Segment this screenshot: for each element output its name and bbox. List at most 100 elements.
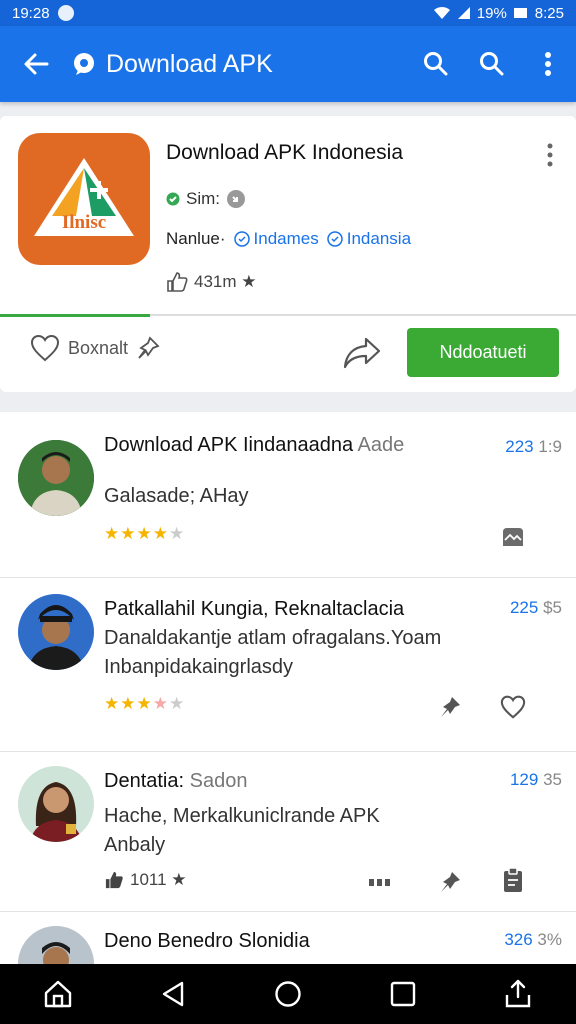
pin-button[interactable] <box>436 868 464 896</box>
clipboard-icon <box>504 867 522 892</box>
search-button[interactable] <box>408 26 464 102</box>
avatar[interactable] <box>18 594 94 670</box>
clipboard-button[interactable] <box>499 866 527 894</box>
app-icon-text: Ilnisc <box>61 212 107 233</box>
review-time: 223 1:9 <box>505 437 562 457</box>
review-list: Download APK Iindanaadna Aade 223 1:9 Ga… <box>0 412 576 964</box>
tag-indames[interactable]: Indames <box>233 229 319 249</box>
review-time: 129 35 <box>510 770 562 790</box>
review-line: Danaldakantje atlam ofragalans.Yoam <box>104 627 442 649</box>
review-item[interactable]: Deno Benedro Slonidia 326 3% <box>0 912 576 964</box>
battery-percent: 19% <box>476 4 507 22</box>
review-time: 225 $5 <box>510 598 562 618</box>
share-arrow-icon <box>343 337 381 369</box>
tag-label: Indames <box>253 229 319 248</box>
arrow-back-icon <box>24 53 49 75</box>
battery-icon <box>513 8 527 18</box>
review-time: 326 3% <box>504 930 562 950</box>
review-time-unit: 1:9 <box>538 437 562 456</box>
review-time-number: 223 <box>505 437 534 456</box>
star-icon: ★ <box>104 694 121 713</box>
reviewer-name-main: Dentatia: <box>104 770 185 792</box>
check-circle-icon <box>327 231 343 247</box>
review-time-number: 129 <box>509 770 539 789</box>
review-line: Hache, Merkalkuniclrande APK <box>104 805 380 827</box>
review-item[interactable]: Patkallahil Kungia, Reknaltaclacia 225 $… <box>0 578 576 752</box>
reviewer-photo <box>18 926 94 964</box>
info-icon[interactable] <box>226 189 246 209</box>
review-line: Inbanpidakaingrlasdy <box>104 656 294 678</box>
download-button[interactable]: Nddoatueti <box>407 328 559 377</box>
notification-icon <box>57 5 74 21</box>
nav-share-button[interactable] <box>490 966 546 1022</box>
favorite-button[interactable]: Boxnalt <box>30 334 160 362</box>
page-title: Download APK <box>106 49 273 78</box>
reviewer-name-rest: Iindanaadna <box>242 434 354 456</box>
star-icon: ★ <box>152 694 169 713</box>
review-time-number: 326 <box>504 930 533 949</box>
app-category-row: Nanlue· Indames Indansia <box>166 229 411 249</box>
star-icon: ★ <box>104 524 121 543</box>
app-logo-icon <box>74 53 94 75</box>
search-icon <box>480 52 504 76</box>
reply-button[interactable] <box>366 868 394 896</box>
star-rating: ★★★★★ <box>104 524 185 544</box>
app-more-button[interactable] <box>536 140 564 170</box>
system-nav-bar <box>0 964 576 1024</box>
star-rating: ★★★★★ <box>104 694 185 714</box>
reviewer-photo <box>18 766 94 842</box>
heart-outline-icon <box>500 695 526 719</box>
review-time-unit: 3% <box>537 930 562 949</box>
avatar[interactable] <box>18 926 94 964</box>
star-icon: ★ <box>120 694 137 713</box>
app-rating-row: 431m ★ <box>166 272 257 292</box>
review-text: Galasade; AHay <box>104 482 249 511</box>
review-text: Hache, Merkalkuniclrande APK Anbaly <box>104 802 380 860</box>
tag-label: Indansia <box>346 229 412 248</box>
search-button-2[interactable] <box>464 26 520 102</box>
reviewer-name-muted: Aade <box>357 434 405 456</box>
share-button[interactable] <box>342 336 382 375</box>
nav-center-button[interactable] <box>260 966 316 1022</box>
star-icon: ★ <box>169 524 186 543</box>
check-circle-icon <box>233 231 250 247</box>
app-detail-card: Ilnisc Download APK Indonesia Sim: Nanlu… <box>0 116 576 392</box>
app-action-row: Boxnalt Nddoatueti <box>0 316 576 392</box>
review-time-unit: 35 <box>543 770 562 789</box>
reviewer-name: Patkallahil Kungia, Reknaltaclacia <box>104 598 405 620</box>
app-name: Download APK Indonesia <box>166 141 403 164</box>
avatar[interactable] <box>18 440 94 516</box>
dots-icon <box>369 879 390 886</box>
pin-button[interactable] <box>436 693 464 721</box>
more-vert-icon <box>545 52 551 76</box>
nav-home-button[interactable] <box>30 966 86 1022</box>
review-item[interactable]: Download APK Iindanaadna Aade 223 1:9 Ga… <box>0 412 576 578</box>
app-icon[interactable]: Ilnisc <box>18 133 150 265</box>
app-category-label: Nanlue· <box>166 229 226 248</box>
like-button[interactable] <box>499 693 527 721</box>
back-button[interactable] <box>0 26 72 102</box>
reviewer-name: Deno Benedro Slonidia <box>104 930 310 952</box>
home-circle-icon <box>275 981 301 1007</box>
app-bar: Download APK <box>0 26 576 102</box>
more-options-button[interactable] <box>520 26 576 102</box>
signal-icon <box>457 7 470 19</box>
star-icon: ★ <box>152 524 169 543</box>
wifi-icon <box>433 6 450 19</box>
reviewer-name-muted: Sadon <box>189 770 248 792</box>
avatar[interactable] <box>18 766 94 842</box>
home-icon <box>44 980 71 1008</box>
attachment-button[interactable] <box>499 523 527 551</box>
status-time: 19:28 <box>12 4 50 22</box>
review-text: Danaldakantje atlam ofragalans.Yoam Inba… <box>104 624 441 682</box>
nav-recents-button[interactable] <box>375 966 431 1022</box>
pin-icon <box>441 697 460 717</box>
reviewer-name-main: Download APK <box>104 434 238 456</box>
nav-back-button[interactable] <box>145 966 201 1022</box>
tag-indansia[interactable]: Indansia <box>327 229 411 249</box>
back-icon <box>162 981 183 1007</box>
status-bar: 19:28 19% 8:25 <box>0 0 576 26</box>
review-item[interactable]: Dentatia: Sadon 129 35 Hache, Merkalkuni… <box>0 752 576 912</box>
reviewer-photo <box>18 440 94 516</box>
app-size-label: Sim: <box>186 189 220 208</box>
